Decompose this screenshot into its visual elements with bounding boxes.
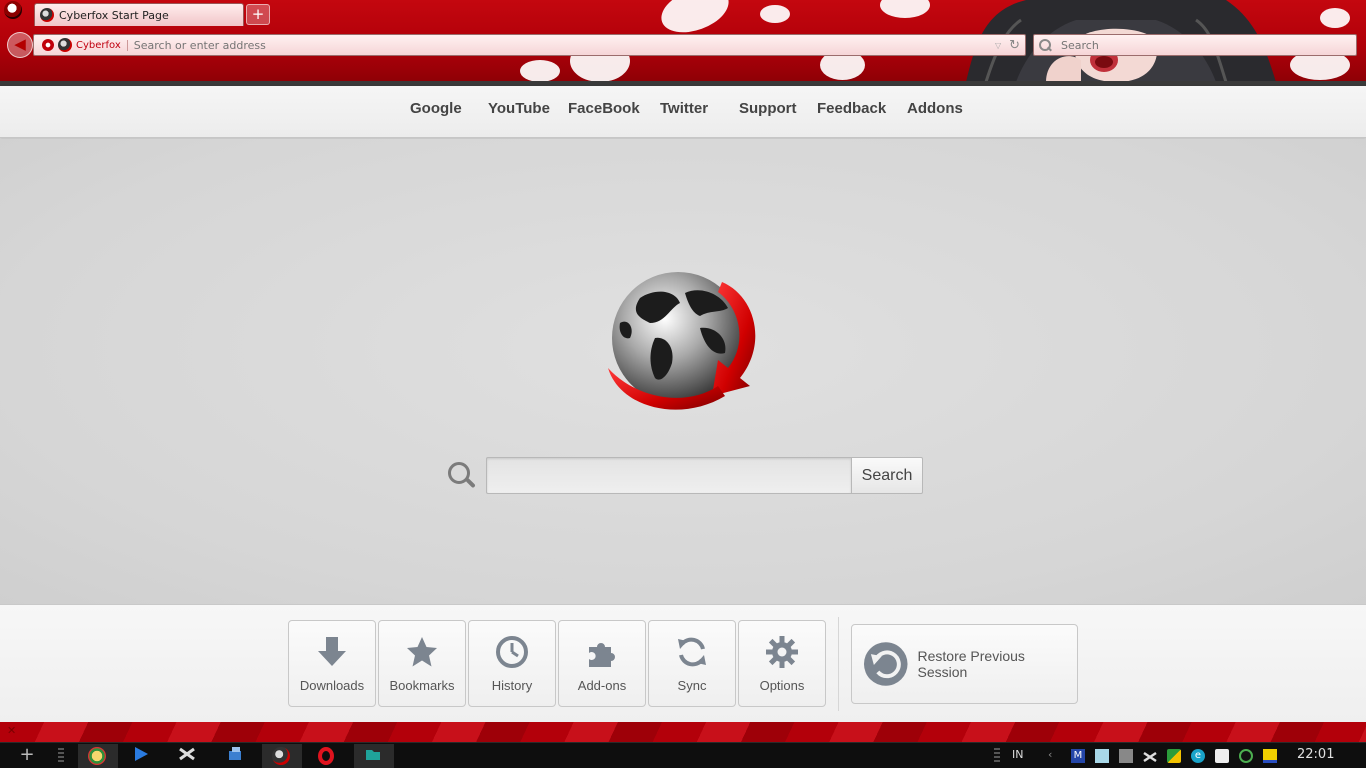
sync-icon	[678, 637, 706, 667]
nav-link-support[interactable]: Support	[739, 100, 797, 117]
options-button[interactable]: Options	[738, 620, 826, 707]
taskbar-clock[interactable]: 22:01	[1297, 747, 1334, 762]
tray-box-icon[interactable]	[1119, 749, 1133, 763]
chrome-taskbar-icon[interactable]	[88, 747, 106, 765]
nav-link-feedback[interactable]: Feedback	[817, 100, 886, 117]
star-icon	[407, 637, 437, 667]
launcher-label: Downloads	[299, 678, 365, 693]
start-page-main: Search	[0, 139, 1366, 604]
launcher-label: Options	[759, 678, 805, 693]
tray-network-icon[interactable]	[1167, 749, 1181, 763]
tab-title: Cyberfox Start Page	[59, 8, 169, 22]
search-engine-icon[interactable]	[1039, 39, 1051, 51]
tray-m-icon[interactable]: M	[1071, 749, 1085, 763]
new-tab-button[interactable]: +	[246, 4, 270, 25]
launcher-divider	[838, 617, 839, 711]
opera-taskbar-icon[interactable]	[318, 747, 334, 765]
cyberfox-globe-logo	[608, 272, 756, 410]
media-player-taskbar-icon[interactable]	[132, 745, 154, 767]
restore-session-button[interactable]: Restore Previous Session	[851, 624, 1078, 704]
tray-status-icon[interactable]	[1239, 749, 1253, 763]
restore-session-icon	[863, 642, 908, 686]
tab-cyberfox-start-page[interactable]: Cyberfox Start Page	[34, 3, 244, 26]
url-history-dropdown-icon[interactable]: ▽	[995, 41, 1001, 50]
tray-window-icon[interactable]	[1095, 749, 1109, 763]
browser-search-bar[interactable]	[1033, 34, 1357, 56]
tray-notes-icon[interactable]	[1263, 749, 1277, 763]
restore-session-label: Restore Previous Session	[917, 648, 1025, 680]
clock-icon	[496, 636, 528, 668]
tray-tools-icon[interactable]	[1143, 749, 1157, 763]
theme-splatter	[880, 0, 930, 18]
folder-taskbar-icon[interactable]	[364, 745, 386, 767]
theme-bottom-stripe: ✕	[0, 722, 1366, 742]
os-taskbar: + IN ‹ M e 22:01	[0, 742, 1366, 768]
sync-button[interactable]: Sync	[648, 620, 736, 707]
nav-link-youtube[interactable]: YouTube	[488, 100, 550, 117]
network-taskbar-icon[interactable]	[226, 745, 248, 767]
identity-label[interactable]: Cyberfox	[76, 39, 128, 51]
nav-link-google[interactable]: Google	[410, 100, 462, 117]
nav-link-facebook[interactable]: FaceBook	[568, 100, 640, 117]
browser-toolbar: Cyberfox Start Page + ◀ Cyberfox ▽ ↻	[0, 0, 1366, 82]
launcher-label: History	[491, 678, 533, 693]
tray-expand-icon[interactable]: ‹	[1048, 748, 1052, 761]
download-icon	[318, 637, 346, 666]
language-indicator[interactable]: IN	[1012, 748, 1023, 761]
theme-splatter	[760, 5, 790, 23]
address-bar[interactable]: Cyberfox ▽ ↻	[33, 34, 1026, 56]
nav-link-twitter[interactable]: Twitter	[660, 100, 708, 117]
gear-icon	[766, 636, 798, 668]
magnifier-icon	[448, 462, 478, 492]
tray-e-icon[interactable]: e	[1191, 749, 1205, 763]
launcher-label: Add-ons	[577, 678, 627, 693]
cyberfox-favicon-icon	[40, 8, 54, 22]
close-icon[interactable]: ✕	[7, 724, 16, 737]
launcher-label: Sync	[677, 678, 707, 693]
start-page-search: Search	[446, 457, 926, 495]
app-menu-icon[interactable]	[4, 1, 22, 19]
taskbar-grip	[994, 748, 1000, 764]
site-identity-icon[interactable]	[42, 39, 54, 51]
bookmarks-button[interactable]: Bookmarks	[378, 620, 466, 707]
addons-button[interactable]: Add-ons	[558, 620, 646, 707]
url-input[interactable]	[127, 36, 995, 54]
reload-icon[interactable]: ↻	[1009, 38, 1020, 53]
tray-usb-icon[interactable]	[1215, 749, 1229, 763]
back-button[interactable]: ◀	[7, 32, 33, 58]
start-page-search-input[interactable]	[486, 457, 851, 494]
start-menu-icon[interactable]: +	[16, 745, 38, 767]
launcher-bar: Downloads Bookmarks History Add-ons Sync	[0, 604, 1366, 722]
cyberfox-taskbar-icon[interactable]	[272, 747, 290, 765]
history-button[interactable]: History	[468, 620, 556, 707]
theme-splatter	[520, 60, 560, 82]
downloads-button[interactable]: Downloads	[288, 620, 376, 707]
taskbar-grip	[58, 748, 64, 764]
nav-link-addons[interactable]: Addons	[907, 100, 963, 117]
puzzle-icon	[589, 643, 615, 667]
cyberfox-logo-icon	[58, 38, 72, 52]
launcher-label: Bookmarks	[389, 678, 455, 693]
start-page-nav: Google YouTube FaceBook Twitter Support …	[0, 86, 1366, 138]
start-page-search-button[interactable]: Search	[851, 457, 923, 494]
tools-taskbar-icon[interactable]	[178, 745, 200, 767]
theme-splatter	[1320, 8, 1350, 28]
browser-search-input[interactable]	[1051, 36, 1356, 54]
